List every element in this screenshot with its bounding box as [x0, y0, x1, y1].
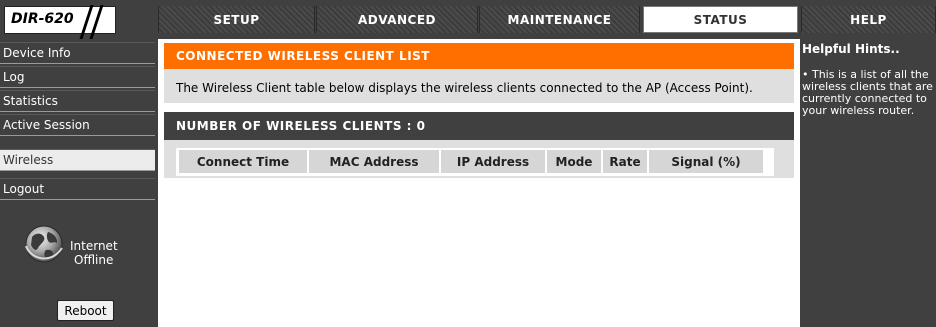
clients-count-title: NUMBER OF WIRELESS CLIENTS : 0 [164, 112, 794, 140]
connected-client-list-section: CONNECTED WIRELESS CLIENT LIST The Wirel… [164, 43, 794, 103]
brand-logo: DIR-620 [4, 5, 116, 39]
sidebar-item-device-info[interactable]: Device Info [0, 42, 155, 64]
tab-label: STATUS [693, 12, 748, 27]
section-description: The Wireless Client table below displays… [176, 81, 753, 95]
tab-advanced[interactable]: ADVANCED [316, 6, 478, 33]
column-header-ip-address: IP Address [441, 150, 545, 173]
column-header-signal: Signal (%) [649, 150, 763, 173]
reboot-button[interactable]: Reboot [57, 300, 114, 321]
helpful-hints-panel: Helpful Hints.. • This is a list of all … [800, 39, 936, 327]
main-content: CONNECTED WIRELESS CLIENT LIST The Wirel… [158, 39, 800, 327]
sidebar-item-statistics[interactable]: Statistics [0, 90, 155, 112]
sidebar-item-label: Log [3, 70, 25, 84]
tab-maintenance[interactable]: MAINTENANCE [479, 6, 640, 33]
wireless-clients-table: Connect Time MAC Address IP Address Mode… [176, 148, 774, 176]
sidebar-item-active-session[interactable]: Active Session [0, 114, 155, 136]
wireless-clients-section: NUMBER OF WIRELESS CLIENTS : 0 Connect T… [164, 112, 794, 178]
sidebar: Device Info Log Statistics Active Sessio… [0, 39, 158, 327]
hints-title: Helpful Hints.. [802, 42, 900, 56]
tab-label: ADVANCED [357, 12, 436, 27]
tab-label: HELP [850, 12, 887, 27]
internet-status-label: Internet [70, 239, 118, 253]
tab-status[interactable]: STATUS [643, 6, 798, 33]
sidebar-item-label: Device Info [3, 46, 71, 60]
sidebar-item-label: Active Session [3, 118, 90, 132]
tab-setup[interactable]: SETUP [158, 6, 315, 33]
hints-body: • This is a list of all the wireless cli… [802, 68, 933, 117]
internet-status-value: Offline [74, 253, 114, 267]
column-header-connect-time: Connect Time [179, 150, 307, 173]
section-title: CONNECTED WIRELESS CLIENT LIST [164, 43, 794, 69]
tab-label: SETUP [213, 12, 260, 27]
brand-logo-text: DIR-620 [11, 11, 74, 27]
column-header-mac-address: MAC Address [309, 150, 439, 173]
sidebar-item-label: Statistics [3, 94, 58, 108]
sidebar-item-log[interactable]: Log [0, 66, 155, 88]
sidebar-item-label: Logout [3, 182, 45, 196]
tab-help[interactable]: HELP [801, 6, 936, 33]
column-header-rate: Rate [603, 150, 647, 173]
column-header-mode: Mode [547, 150, 601, 173]
globe-icon [22, 222, 66, 266]
tab-label: MAINTENANCE [507, 12, 612, 27]
sidebar-item-label: Wireless [3, 153, 54, 167]
sidebar-item-wireless[interactable]: Wireless [0, 149, 155, 171]
sidebar-item-logout[interactable]: Logout [0, 178, 155, 200]
top-nav-bar: DIR-620 SETUP ADVANCED MAINTENANCE STATU… [0, 0, 936, 39]
